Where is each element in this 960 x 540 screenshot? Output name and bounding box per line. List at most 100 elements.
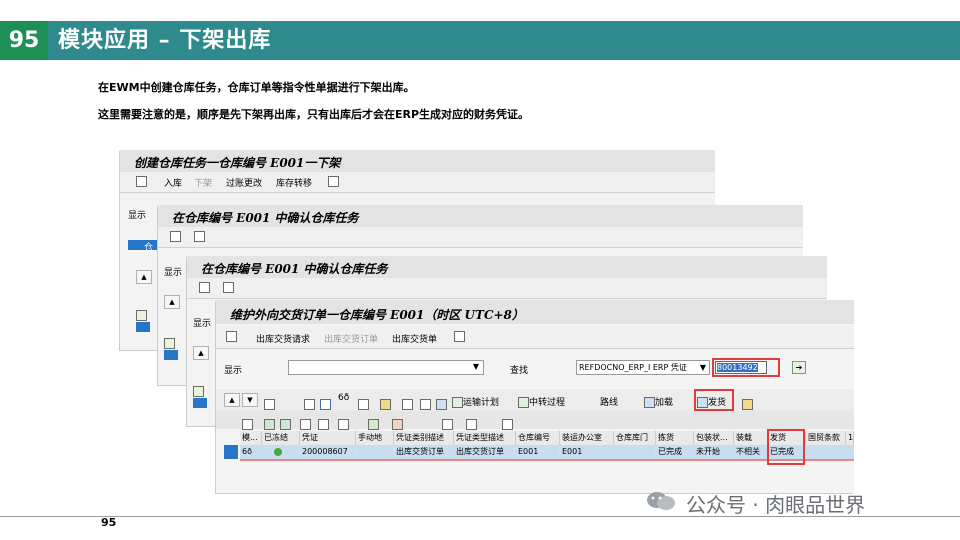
slide-header: 95 模块应用 – 下架出库	[0, 21, 960, 60]
col-header[interactable]: 包装状...	[694, 431, 734, 445]
row-warehouse: E001	[516, 445, 560, 459]
scroll-up-button[interactable]: ▲	[136, 270, 152, 284]
worklist-icon[interactable]	[199, 282, 210, 293]
display-label: 显示	[164, 268, 183, 278]
putaway-button[interactable]: 下架	[194, 176, 212, 189]
ship-button[interactable]: 发货	[697, 395, 726, 408]
window-title: 在仓库编号 E001 中确认仓库任务	[201, 262, 388, 276]
chevron-down-icon: ▼	[699, 363, 706, 372]
col-header[interactable]: 已冻结	[262, 431, 300, 445]
transport-plan-button[interactable]: 运输计划	[452, 395, 499, 408]
search-type-select[interactable]: REFDOCNO_ERP_I ERP 凭证 ▼	[576, 360, 710, 375]
display-glasses-icon[interactable]: 6ð	[338, 393, 349, 403]
row-shipping-office: E001	[560, 445, 614, 459]
row-packing: 未开始	[694, 445, 734, 459]
table-row[interactable]: 6ð 200008607 出库交货订单 出库交货订单 E001 E001 已完成…	[240, 445, 854, 459]
highlight-box-shipping-status	[767, 429, 805, 465]
col-header[interactable]: 仓库编号	[516, 431, 560, 445]
toolbar	[158, 227, 803, 248]
row-document[interactable]: 200008607	[300, 445, 356, 459]
alv-toolbar	[216, 411, 854, 430]
selected-row-marker	[136, 322, 150, 332]
col-header[interactable]: 国贸条款	[806, 431, 846, 445]
watermark-text: 公众号 · 肉眼品世界	[686, 493, 866, 517]
footer-page-number: 95	[101, 516, 117, 529]
execute-icon[interactable]: ➔	[792, 361, 806, 374]
notes-icon[interactable]	[223, 282, 234, 293]
display-label: 显示	[224, 366, 243, 376]
scroll-up-button[interactable]: ▲	[164, 295, 180, 309]
col-header[interactable]: 仓库库门	[614, 431, 656, 445]
load-button[interactable]: 加载	[644, 395, 673, 408]
col-header[interactable]: 装运办公室	[560, 431, 614, 445]
row-frozen-status	[262, 445, 300, 459]
row-selector[interactable]	[224, 445, 238, 459]
scroll-up-button[interactable]: ▲	[224, 393, 240, 407]
row-loading: 不相关	[734, 445, 768, 459]
notes-icon[interactable]	[328, 176, 339, 187]
window-title: 在仓库编号 E001 中确认仓库任务	[172, 211, 359, 225]
chevron-down-icon: ▼	[472, 362, 479, 371]
col-header[interactable]: 装载	[734, 431, 768, 445]
window-title-bar: 在仓库编号 E001 中确认仓库任务	[187, 256, 827, 278]
selected-row-marker	[164, 350, 178, 360]
search-label: 查找	[510, 366, 529, 376]
row-underline	[240, 459, 854, 461]
tab-label[interactable]: 仓	[144, 240, 153, 253]
col-header[interactable]: 凭证	[300, 431, 356, 445]
row-category-desc: 出库交货订单	[394, 445, 454, 459]
row-picking: 已完成	[656, 445, 694, 459]
col-header[interactable]: 1	[846, 431, 854, 445]
col-header[interactable]: 凭证类型描述	[454, 431, 516, 445]
notes-icon[interactable]	[454, 331, 465, 342]
outbound-order-button[interactable]: 出库交货订单	[324, 332, 378, 345]
window-title-bar: 创建仓库任务一仓库编号 E001一下架	[120, 150, 715, 172]
action-toolbar: ▲ ▼ 6ð 运输计划 中转过程 路线 加载 发货	[216, 389, 854, 411]
col-header[interactable]: 模...	[240, 431, 262, 445]
search-input[interactable]: 80013492	[715, 361, 767, 374]
row-manual	[356, 445, 394, 459]
slide-title: 模块应用 – 下架出库	[58, 27, 272, 53]
worklist-icon[interactable]	[226, 331, 237, 342]
notes-icon[interactable]	[194, 231, 205, 242]
scroll-up-button[interactable]: ▲	[193, 346, 209, 360]
row-type-desc: 出库交货订单	[454, 445, 516, 459]
outbound-delivery-button[interactable]: 出库交货单	[392, 332, 437, 345]
watermark: 公众号 · 肉眼品世界	[646, 488, 936, 517]
col-header[interactable]: 手动地	[356, 431, 394, 445]
slide-number: 95	[0, 21, 48, 60]
wechat-icon	[646, 491, 676, 511]
toolbar: 出库交货请求 出库交货订单 出库交货单	[216, 326, 854, 349]
display-label: 显示	[193, 319, 212, 329]
window-title: 创建仓库任务一仓库编号 E001一下架	[134, 156, 341, 170]
window-title: 维护外向交货订单一仓库编号 E001（时区 UTC+8）	[230, 308, 524, 322]
footer-line	[0, 516, 960, 517]
col-header[interactable]: 拣货	[656, 431, 694, 445]
transfer-process-button[interactable]: 中转过程	[518, 395, 565, 408]
inbound-button[interactable]: 入库	[164, 176, 182, 189]
worklist-icon[interactable]	[136, 176, 147, 187]
row-display-icon[interactable]: 6ð	[240, 445, 262, 459]
window-outbound-delivery: 维护外向交货订单一仓库编号 E001（时区 UTC+8） 出库交货请求 出库交货…	[216, 300, 854, 493]
row-door	[614, 445, 656, 459]
toolbar	[187, 278, 827, 299]
scroll-down-button[interactable]: ▼	[242, 393, 258, 407]
posting-change-button[interactable]: 过账更改	[226, 176, 262, 189]
intro-line-1: 在EWM中创建仓库任务，仓库订单等指令性单据进行下架出库。	[98, 81, 415, 94]
display-select[interactable]: ▼	[288, 360, 484, 375]
table-header: 模... 已冻结 凭证 手动地 凭证类别描述 凭证类型描述 仓库编号 装运办公室…	[240, 431, 854, 446]
outbound-request-button[interactable]: 出库交货请求	[256, 332, 310, 345]
selected-row-marker	[193, 398, 207, 408]
route-button[interactable]: 路线	[600, 395, 618, 408]
row-incoterms	[806, 445, 846, 459]
display-label: 显示	[128, 211, 147, 221]
worklist-icon[interactable]	[170, 231, 181, 242]
status-green-icon	[274, 447, 282, 456]
stock-transfer-button[interactable]: 库存转移	[276, 176, 312, 189]
window-title-bar: 在仓库编号 E001 中确认仓库任务	[158, 205, 803, 227]
toolbar: 入库 下架 过账更改 库存转移	[120, 172, 715, 193]
search-type-value: REFDOCNO_ERP_I ERP 凭证	[579, 363, 687, 372]
window-title-bar: 维护外向交货订单一仓库编号 E001（时区 UTC+8）	[216, 300, 854, 324]
intro-line-2: 这里需要注意的是，顺序是先下架再出库，只有出库后才会在ERP生成对应的财务凭证。	[98, 108, 530, 121]
col-header[interactable]: 凭证类别描述	[394, 431, 454, 445]
